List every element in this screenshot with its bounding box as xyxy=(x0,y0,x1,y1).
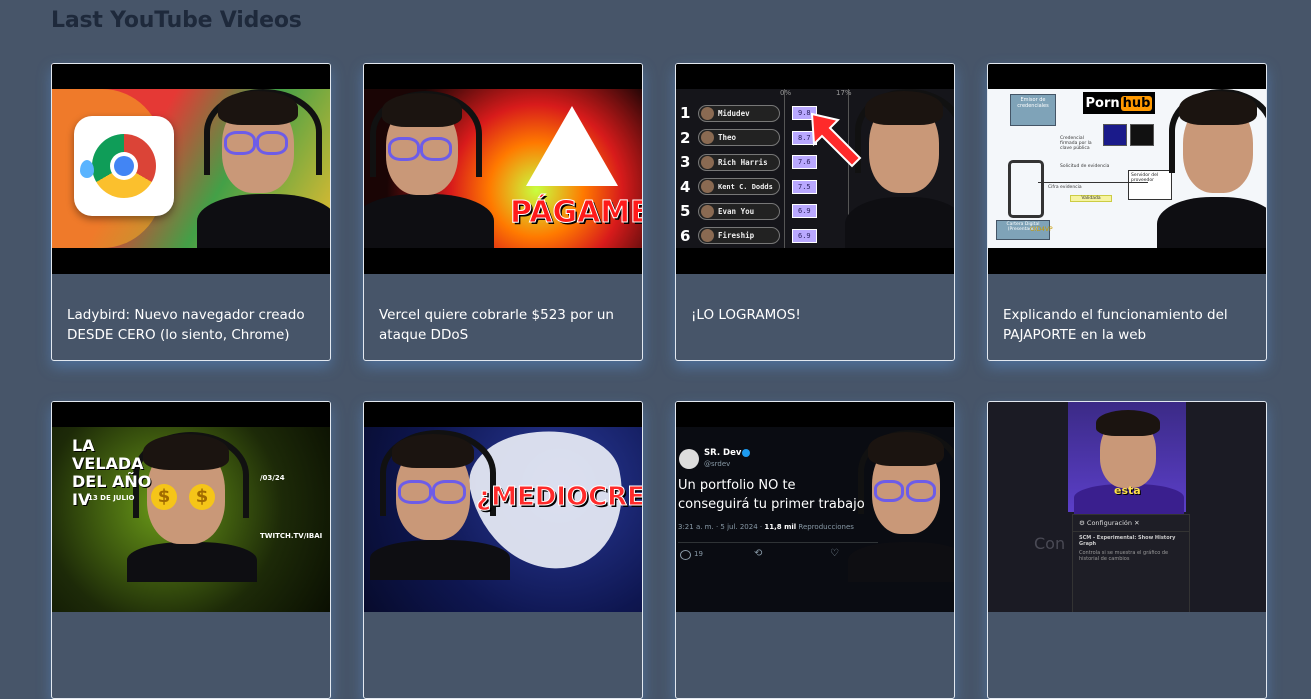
logo: Porn hub xyxy=(1083,92,1155,114)
contestant-name: Midudev xyxy=(718,108,750,118)
reply-icon xyxy=(680,550,691,560)
video-title[interactable]: Ladybird: Nuevo navegador creado DESDE C… xyxy=(67,305,317,345)
video-card[interactable]: PÁGAME Vercel quiere cobrarle $523 por u… xyxy=(363,63,643,361)
vercel-logo-icon xyxy=(526,106,618,186)
tweet-author-handle: @srdev xyxy=(704,460,731,468)
thumbnail-caption: TWITCH.TV/IBAI xyxy=(260,532,323,540)
retweet-icon: ⟲ xyxy=(754,548,763,559)
video-card[interactable]: Emisor de credenciales Credencial firmad… xyxy=(987,63,1267,361)
reply-count: 19 xyxy=(694,550,703,558)
diagram-label: OID4VP xyxy=(1030,226,1053,233)
video-thumbnail[interactable]: SR. Dev @srdev Un portfolio NO te conseg… xyxy=(676,402,954,612)
presenter-photo xyxy=(848,430,954,582)
tweet-text: Un portfolio NO te conseguirá tu primer … xyxy=(678,478,865,512)
scale-label: 0% xyxy=(780,89,792,97)
thumbnail-caption: /03/24 xyxy=(260,474,285,482)
thumbnail-caption: ¿MEDIOCRES? xyxy=(476,482,642,513)
subtitle-caption: esta xyxy=(1114,484,1141,497)
diagram-label: Credencial firmada por la clave pública xyxy=(1060,136,1092,151)
video-title[interactable]: ¡LO LOGRAMOS! xyxy=(691,305,941,325)
video-card[interactable]: Ladybird: Nuevo navegador creado DESDE C… xyxy=(51,63,331,361)
video-thumbnail[interactable]: LA VELADA DEL AÑO IV 13 DE JULIO /03/24 … xyxy=(52,402,330,612)
close-icon: ✕ xyxy=(1134,519,1140,527)
background-text: Con xyxy=(1034,534,1066,553)
avatar xyxy=(701,106,714,120)
section-title: Last YouTube Videos xyxy=(51,8,302,33)
video-thumbnail[interactable]: Emisor de credenciales Credencial firmad… xyxy=(988,64,1266,274)
chrome-logo-icon xyxy=(74,116,174,216)
video-thumbnail[interactable]: 0% 17% 1 Midudev 9.8 2 Theo 8.7 3 Rich H… xyxy=(676,64,954,274)
video-grid: Ladybird: Nuevo navegador creado DESDE C… xyxy=(51,63,1267,699)
presenter-photo xyxy=(192,89,330,254)
presenter-photo xyxy=(364,89,494,254)
video-thumbnail[interactable]: ¿MEDIOCRES? xyxy=(364,402,642,612)
video-thumbnail[interactable]: PÁGAME xyxy=(364,64,642,274)
phone-icon xyxy=(1008,160,1044,218)
like-icon: ♡ xyxy=(830,548,839,559)
scale-label: 17% xyxy=(836,89,852,97)
verified-icon xyxy=(742,449,750,457)
rank-number: 1 xyxy=(680,104,691,123)
diagram-label: Validada xyxy=(1070,195,1112,202)
thumbnail-caption: PÁGAME xyxy=(510,195,642,231)
tweet-meta: 3:21 a. m. · 5 jul. 2024 · 11,8 mil Repr… xyxy=(678,523,854,531)
presenter-photo xyxy=(1157,89,1266,257)
video-card[interactable]: 0% 17% 1 Midudev 9.8 2 Theo 8.7 3 Rich H… xyxy=(675,63,955,361)
tweet-author-name: SR. Dev xyxy=(704,448,742,458)
video-thumbnail[interactable] xyxy=(52,64,330,274)
video-card[interactable]: SR. Dev @srdev Un portfolio NO te conseg… xyxy=(675,401,955,699)
video-thumbnail[interactable]: esta Con ⚙ Configuración ✕ SCM - Experim… xyxy=(988,402,1266,612)
gear-icon: ⚙ xyxy=(1079,519,1085,527)
ranking-list: 1 Midudev 9.8 2 Theo 8.7 3 Rich Harris 7… xyxy=(680,101,817,248)
settings-popup: ⚙ Configuración ✕ SCM - Experimental: Sh… xyxy=(1072,514,1190,612)
diagram-label: Cifra evidencia xyxy=(1048,185,1082,190)
arrow-icon xyxy=(810,112,862,168)
diagram-box: Emisor de credenciales xyxy=(1010,94,1056,126)
diagram-label: Solicitud de evidencia xyxy=(1060,164,1110,169)
video-title[interactable]: Explicando el funcionamiento del PAJAPOR… xyxy=(1003,305,1253,345)
video-card[interactable]: LA VELADA DEL AÑO IV 13 DE JULIO /03/24 … xyxy=(51,401,331,699)
video-card[interactable]: ¿MEDIOCRES? xyxy=(363,401,643,699)
thumbnail-date: 13 DE JULIO xyxy=(88,494,135,502)
video-title[interactable]: Vercel quiere cobrarle $523 por un ataqu… xyxy=(379,305,629,345)
avatar xyxy=(679,449,699,469)
video-card[interactable]: esta Con ⚙ Configuración ✕ SCM - Experim… xyxy=(987,401,1267,699)
